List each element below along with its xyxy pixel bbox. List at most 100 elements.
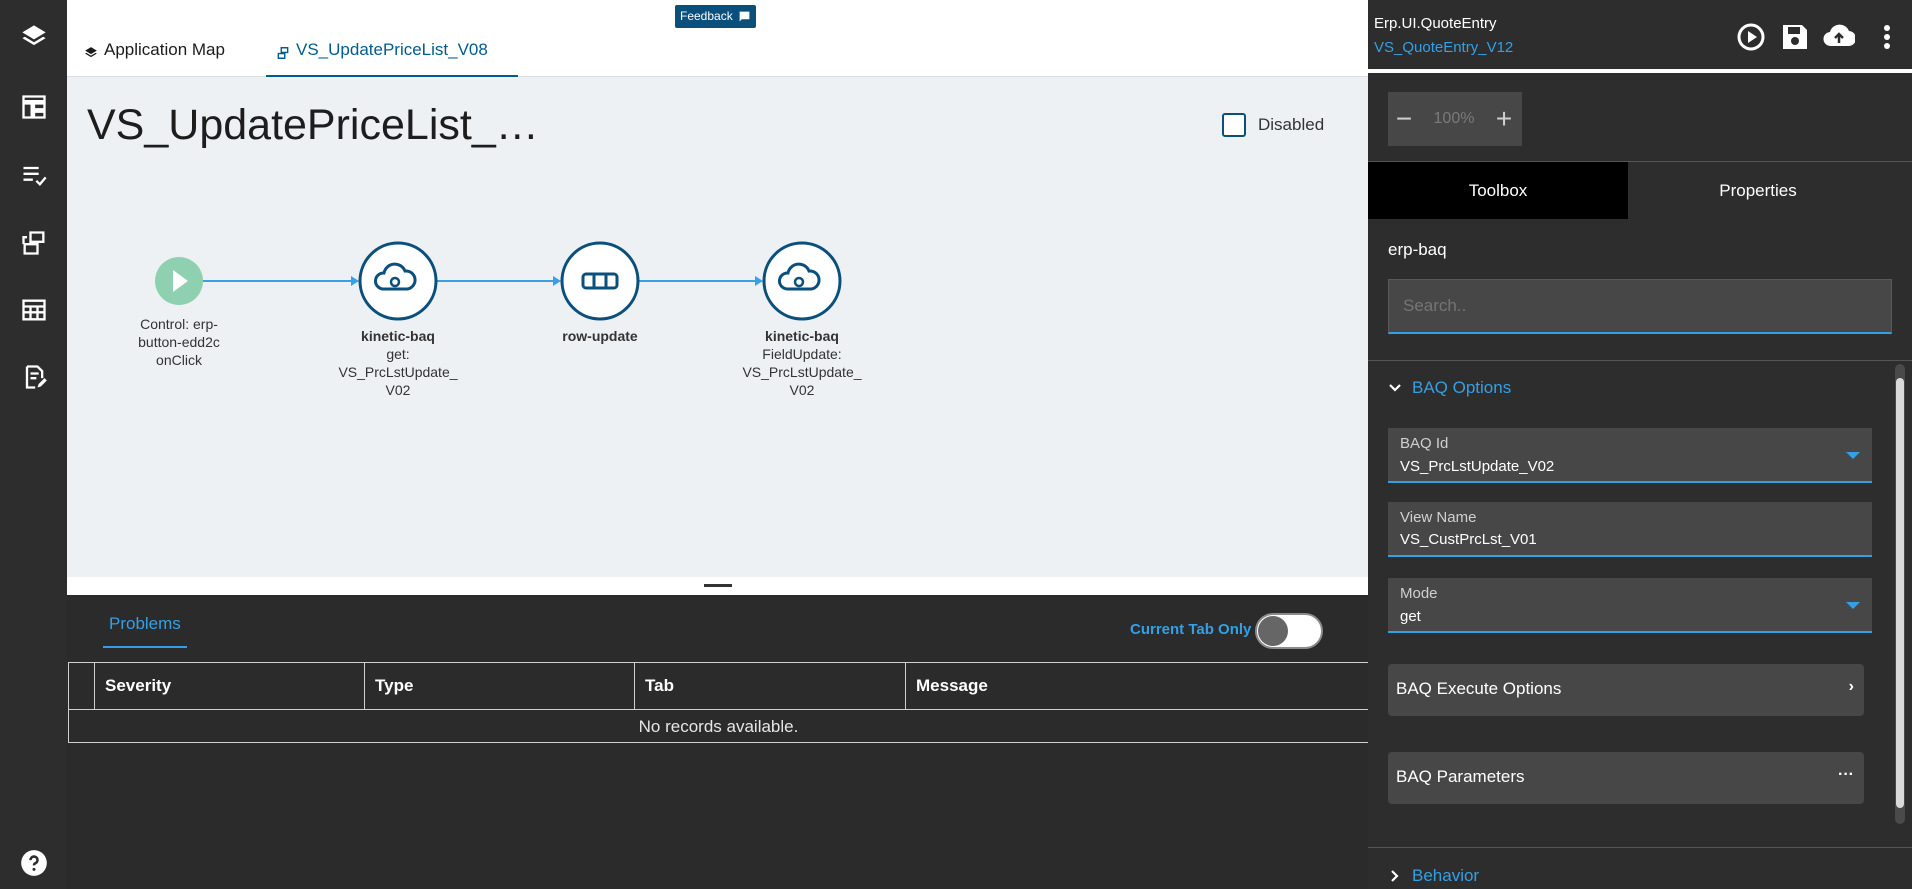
chevron-right-icon: ›: [1848, 678, 1854, 695]
tab-toolbox[interactable]: Toolbox: [1368, 162, 1628, 219]
node-kinetic-baq-fieldupdate[interactable]: [762, 241, 842, 321]
current-tab-only-toggle[interactable]: [1255, 613, 1323, 649]
node-title: kinetic-baq: [765, 328, 839, 344]
zoom-in-button[interactable]: +: [1488, 103, 1520, 135]
chat-icon: [739, 11, 750, 22]
zoom-out-button[interactable]: −: [1388, 103, 1420, 135]
edge-arrow: [553, 276, 561, 286]
node-row-update[interactable]: [560, 241, 640, 321]
more-vertical-icon[interactable]: [1883, 24, 1891, 50]
panel-splitter[interactable]: [67, 577, 1368, 595]
field-value: get: [1400, 608, 1421, 625]
panel-tabs: Toolbox Properties: [1368, 161, 1912, 219]
grid-header: Severity Type Tab Message: [68, 662, 1368, 710]
app-header: Erp.UI.QuoteEntry VS_QuoteEntry_V12: [1368, 0, 1912, 73]
layers-icon[interactable]: [16, 19, 52, 55]
node-label-line: VS_PrcLstUpdate_: [742, 364, 862, 380]
save-icon[interactable]: [1779, 21, 1811, 53]
field-label: Mode: [1400, 585, 1438, 602]
scrollbar-thumb[interactable]: [1896, 378, 1904, 808]
tab-application-map[interactable]: Application Map: [84, 40, 225, 77]
divider: [1368, 847, 1912, 848]
node-label-start: Control: erp- button-edd2c onClick: [119, 315, 239, 369]
view-name-field[interactable]: View Name VS_CustPrcLst_V01: [1388, 502, 1872, 557]
zoom-control: − +: [1388, 92, 1522, 146]
toggle-knob: [1258, 616, 1288, 646]
tab-label: Problems: [109, 614, 181, 633]
problems-grid: Severity Type Tab Message No records ava…: [68, 662, 1368, 743]
edge-arrow: [755, 276, 763, 286]
baq-options-section-toggle[interactable]: BAQ Options: [1388, 378, 1511, 398]
node-label-line: FieldUpdate:: [762, 346, 842, 362]
node-label-line: button-edd2c: [138, 334, 220, 350]
flow-canvas[interactable]: VS_UpdatePriceList_… Disabled Control: e…: [67, 77, 1368, 577]
card-label: BAQ Execute Options: [1396, 679, 1562, 698]
panel-scrollbar[interactable]: [1895, 364, 1905, 824]
column-header-severity[interactable]: Severity: [94, 663, 364, 709]
tab-event-flow[interactable]: VS_UpdatePriceList_V08: [266, 40, 518, 77]
section-title: BAQ Options: [1412, 378, 1512, 397]
node-label-line: VS_PrcLstUpdate_: [338, 364, 458, 380]
baq-parameters-button[interactable]: BAQ Parameters ···: [1388, 752, 1864, 804]
baq-execute-options-button[interactable]: BAQ Execute Options ›: [1388, 664, 1864, 716]
tab-label: VS_UpdatePriceList_V08: [296, 40, 488, 59]
node-label-kinetic-baq-fieldupdate: kinetic-baq FieldUpdate: VS_PrcLstUpdate…: [732, 327, 872, 399]
help-icon[interactable]: [16, 845, 52, 881]
baq-id-select[interactable]: BAQ Id VS_PrcLstUpdate_V02: [1388, 428, 1872, 483]
cloud-upload-icon[interactable]: [1823, 21, 1855, 53]
field-value: VS_PrcLstUpdate_V02: [1400, 458, 1555, 475]
dashboard-icon[interactable]: [16, 89, 52, 125]
current-tab-only-label: Current Tab Only: [1130, 621, 1252, 638]
app-version-link[interactable]: VS_QuoteEntry_V12: [1374, 39, 1513, 56]
node-title: row-update: [562, 328, 638, 344]
search-input[interactable]: [1388, 279, 1892, 334]
checklist-icon[interactable]: [16, 157, 52, 193]
mode-select[interactable]: Mode get: [1388, 578, 1872, 633]
table-icon[interactable]: [16, 292, 52, 328]
app-name: Erp.UI.QuoteEntry: [1374, 15, 1497, 32]
workflow-icon[interactable]: [16, 225, 52, 261]
field-label: BAQ Id: [1400, 435, 1449, 452]
grid-empty-message: No records available.: [68, 710, 1368, 743]
header-actions: [1735, 21, 1855, 53]
node-label-line: V02: [385, 382, 411, 398]
app-root: Application Map VS_UpdatePriceList_V08 F…: [0, 0, 1912, 889]
widget-name: erp-baq: [1388, 240, 1447, 259]
workflow-icon: [277, 47, 289, 59]
field-label: View Name: [1400, 509, 1477, 526]
tab-bar: Application Map VS_UpdatePriceList_V08 F…: [67, 0, 1368, 77]
divider: [1368, 360, 1912, 361]
tab-problems[interactable]: Problems: [103, 614, 187, 648]
node-label-line: V02: [789, 382, 815, 398]
feedback-button[interactable]: Feedback: [675, 5, 756, 28]
layers-icon: [85, 47, 97, 58]
left-rail: [0, 0, 67, 889]
splitter-handle[interactable]: [704, 584, 732, 587]
edit-document-icon[interactable]: [16, 359, 52, 395]
tab-label: Application Map: [104, 40, 225, 59]
select-column[interactable]: [68, 663, 94, 709]
behavior-section-toggle[interactable]: Behavior: [1388, 866, 1479, 886]
node-start[interactable]: [155, 257, 203, 305]
right-panel: Erp.UI.QuoteEntry VS_QuoteEntry_V12 − + …: [1368, 0, 1912, 889]
column-header-tab[interactable]: Tab: [634, 663, 905, 709]
chevron-down-icon: [1846, 452, 1860, 459]
preview-play-icon[interactable]: [1735, 21, 1767, 53]
column-header-message[interactable]: Message: [905, 663, 1368, 709]
node-kinetic-baq-get[interactable]: [358, 241, 438, 321]
chevron-down-icon: [1846, 602, 1860, 609]
node-title: kinetic-baq: [361, 328, 435, 344]
field-value: VS_CustPrcLst_V01: [1400, 531, 1537, 548]
editor-pane: Application Map VS_UpdatePriceList_V08 F…: [67, 0, 1368, 889]
column-header-type[interactable]: Type: [364, 663, 634, 709]
zoom-input[interactable]: [1420, 104, 1488, 134]
more-horizontal-icon: ···: [1838, 766, 1854, 783]
node-label-kinetic-baq-get: kinetic-baq get: VS_PrcLstUpdate_ V02: [328, 327, 468, 399]
node-label-row-update: row-update: [530, 327, 670, 345]
tab-properties[interactable]: Properties: [1628, 162, 1888, 219]
feedback-label: Feedback: [680, 9, 733, 23]
chevron-right-icon: [1391, 870, 1399, 882]
problems-panel: Problems Current Tab Only Severity Type …: [67, 595, 1368, 889]
edge-arrow: [351, 276, 359, 286]
section-title: Behavior: [1412, 866, 1480, 885]
